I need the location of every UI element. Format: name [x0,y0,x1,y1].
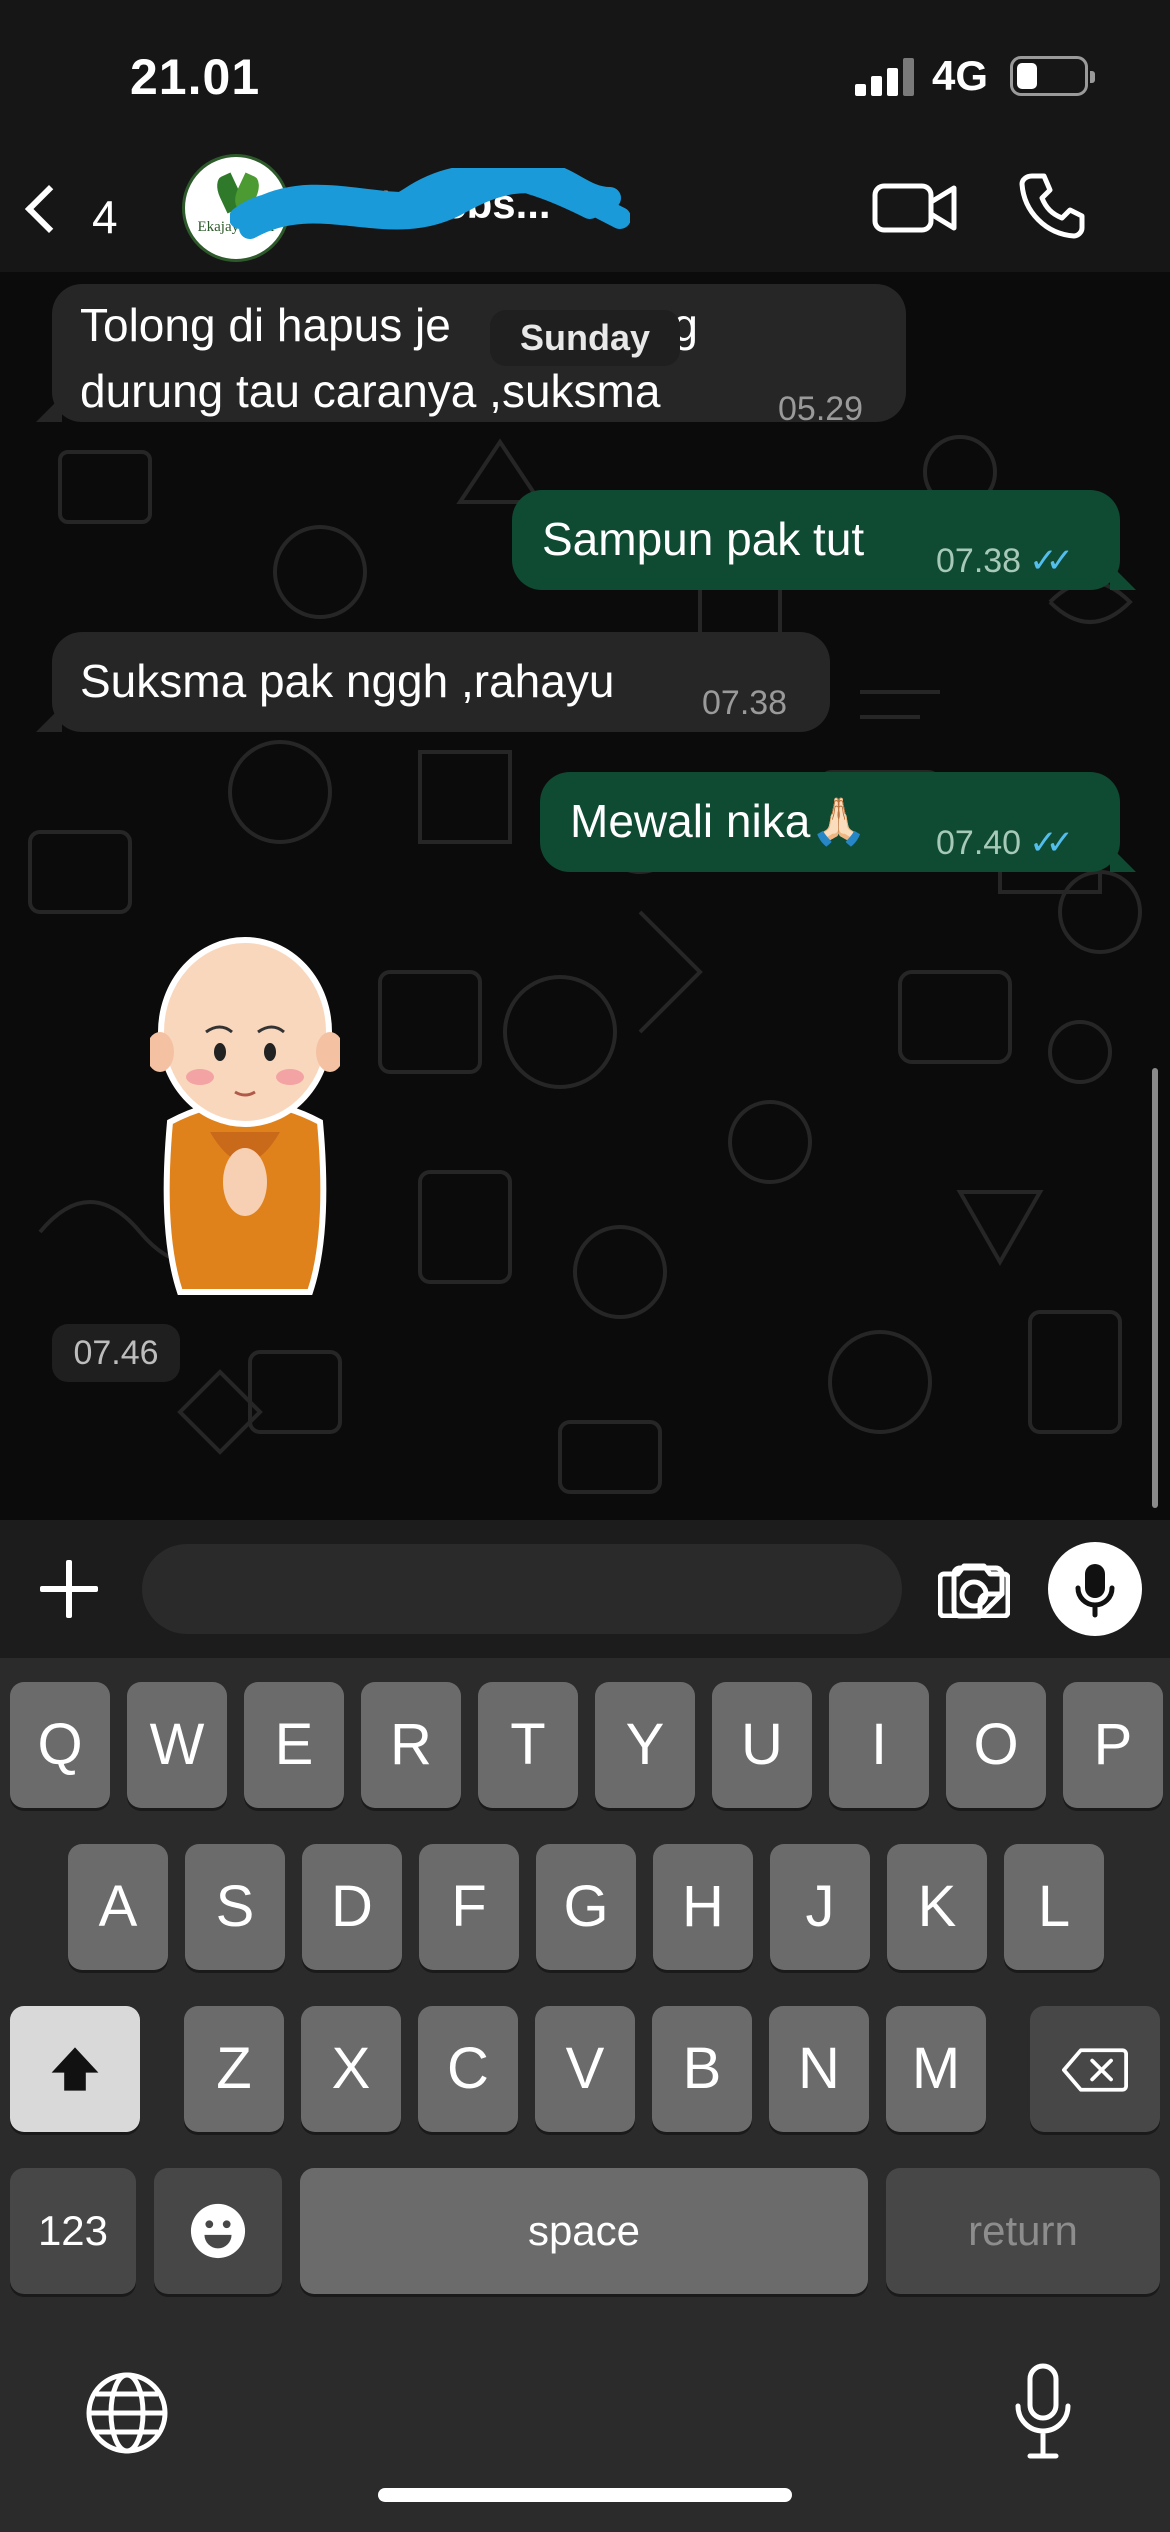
key-n[interactable]: N [769,2006,869,2132]
key-x[interactable]: X [301,2006,401,2132]
numbers-key[interactable]: 123 [10,2168,136,2294]
microphone-icon [1075,1564,1115,1618]
date-separator: Sunday [490,310,680,366]
monk-sticker-image[interactable] [150,932,340,1302]
key-p[interactable]: P [1063,1682,1163,1808]
emoji-key[interactable] [154,2168,282,2294]
backspace-key[interactable] [1030,2006,1160,2132]
key-j[interactable]: J [770,1844,870,1970]
unread-count: 4 [92,191,118,243]
key-e[interactable]: E [244,1682,344,1808]
message-text: Suksma pak nggh ,rahayu [80,655,615,707]
key-t[interactable]: T [478,1682,578,1808]
voice-record-button[interactable] [1048,1542,1142,1636]
message-bubble-outgoing[interactable]: Sampun pak tut 07.38 ✓✓ [512,490,1120,590]
status-bar: 21.01 4G [0,0,1170,150]
key-o[interactable]: O [946,1682,1046,1808]
backspace-icon [1062,2048,1128,2092]
key-a[interactable]: A [68,1844,168,1970]
message-time: 07.38 [702,684,788,722]
plus-icon[interactable] [40,1560,98,1618]
back-button[interactable]: 4 [22,172,132,243]
message-input-bar [0,1520,1170,1658]
video-call-icon[interactable] [872,178,958,238]
space-key[interactable]: space [300,2168,868,2294]
key-v[interactable]: V [535,2006,635,2132]
message-text-field[interactable] [172,1544,812,1634]
key-m[interactable]: M [886,2006,986,2132]
read-receipt-icon: ✓✓ [1029,824,1074,862]
shift-key[interactable] [10,2006,140,2132]
return-key[interactable]: return [886,2168,1160,2294]
home-indicator[interactable] [378,2488,792,2502]
key-s[interactable]: S [185,1844,285,1970]
message-input[interactable] [142,1544,1005,1634]
key-c[interactable]: C [418,2006,518,2132]
message-text: Sampun pak tut [542,513,865,565]
redaction-scribble [230,168,630,239]
message-time: 07.46 [52,1324,180,1382]
shift-arrow-icon [51,2047,99,2091]
message-text: durung tau caranya ,suksma [80,365,661,417]
key-g[interactable]: G [536,1844,636,1970]
dictation-microphone-icon[interactable] [1008,2362,1078,2462]
key-y[interactable]: Y [595,1682,695,1808]
status-time: 21.01 [130,49,261,105]
read-receipt-icon: ✓✓ [1029,542,1074,580]
chat-area[interactable]: Tolong di hapus jeng durung tau caranya … [0,272,1170,1520]
battery-icon [1010,56,1095,96]
message-bubble-incoming[interactable]: Suksma pak nggh ,rahayu 07.38 [52,632,830,732]
key-q[interactable]: Q [10,1682,110,1808]
on-screen-keyboard: QWERTYUIOP ASDFGHJKL ZXCVBNM 123 space r… [0,1658,1170,2532]
message-bubble-incoming[interactable]: Tolong di hapus jeng durung tau caranya … [52,284,906,428]
key-w[interactable]: W [127,1682,227,1808]
key-b[interactable]: B [652,2006,752,2132]
message-bubble-outgoing[interactable]: Mewali nika🙏🏻 07.40 ✓✓ [540,772,1120,872]
key-f[interactable]: F [419,1844,519,1970]
key-i[interactable]: I [829,1682,929,1808]
key-h[interactable]: H [653,1844,753,1970]
network-type: 4G [932,52,989,99]
key-z[interactable]: Z [184,2006,284,2132]
key-d[interactable]: D [302,1844,402,1970]
key-k[interactable]: K [887,1844,987,1970]
key-l[interactable]: L [1004,1844,1104,1970]
phone-call-icon[interactable] [1018,170,1088,240]
globe-icon[interactable] [84,2370,170,2456]
chat-header: 4 Ekajaya Asri ient Webs... [0,150,1170,272]
key-u[interactable]: U [712,1682,812,1808]
chevron-left-icon [24,184,74,234]
message-time: 07.38 ✓✓ [936,528,1074,594]
message-time: 07.40 ✓✓ [936,810,1074,876]
camera-icon[interactable] [938,1562,1010,1618]
cellular-signal-icon [855,58,915,96]
message-text: Mewali nika🙏🏻 [570,795,868,847]
chat-scrollbar[interactable] [1152,1068,1158,1508]
message-time: 05.29 [778,390,864,428]
emoji-icon [190,2203,246,2259]
key-r[interactable]: R [361,1682,461,1808]
